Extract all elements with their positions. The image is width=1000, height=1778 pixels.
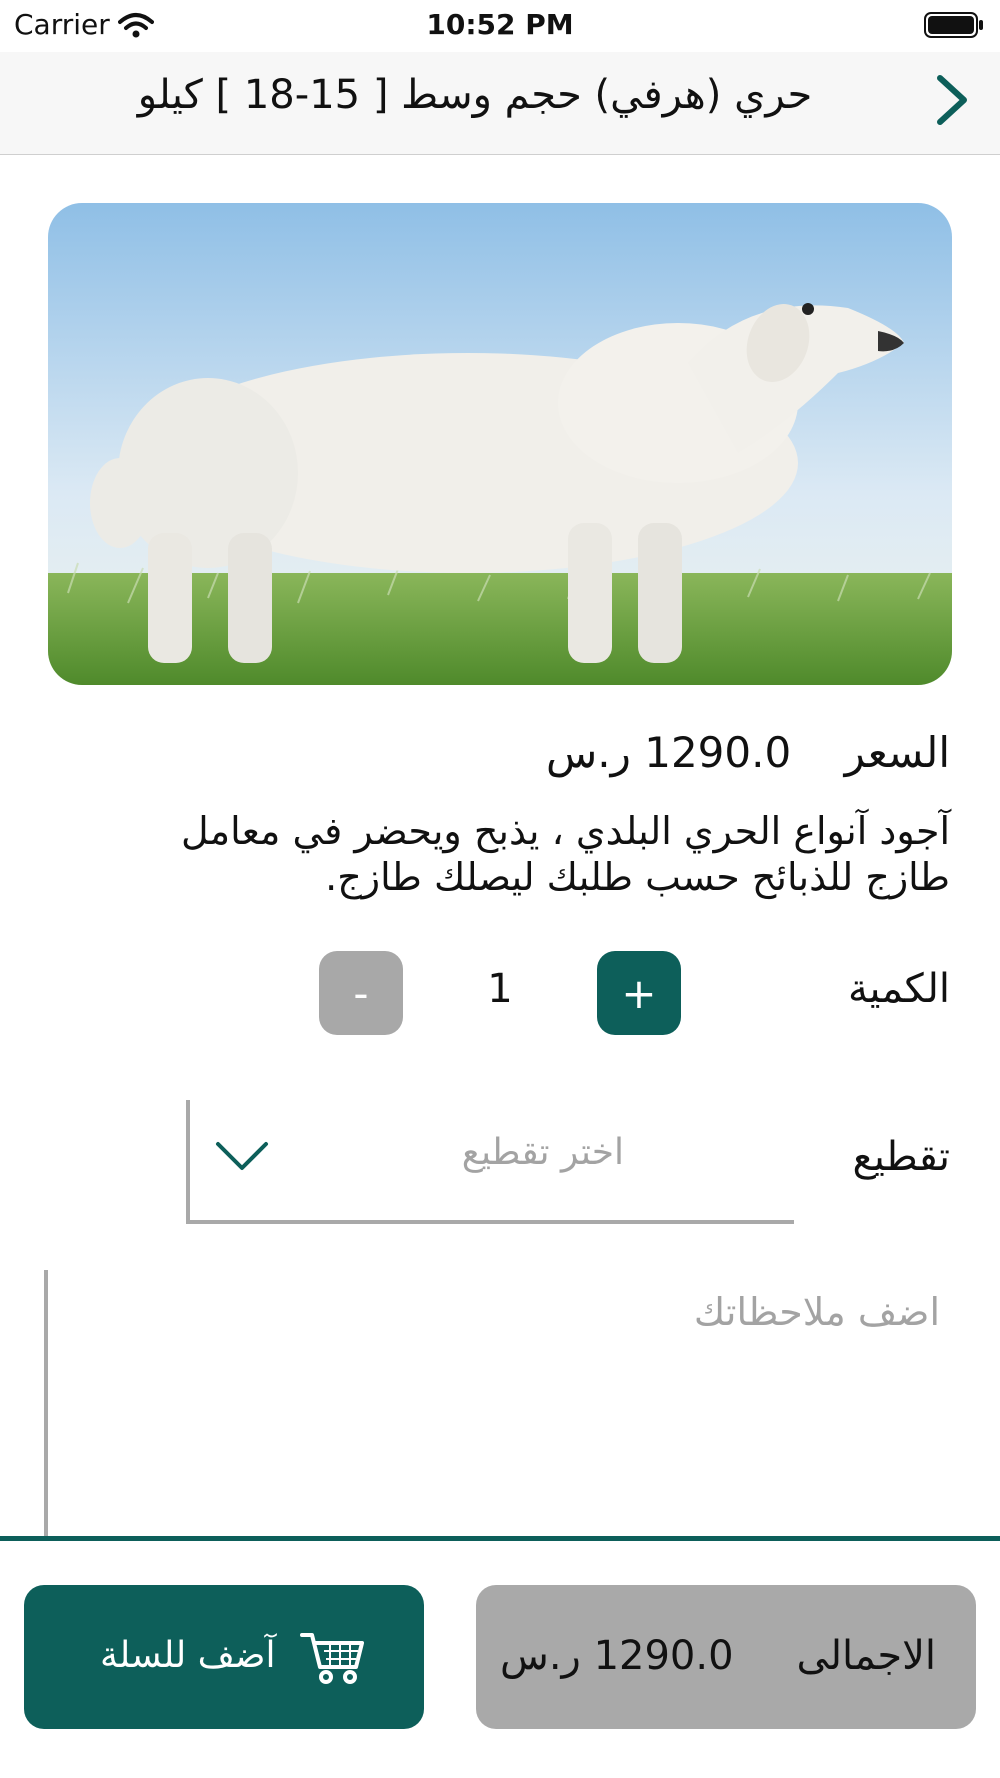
price-value: 1290.0 ر.س [545, 728, 792, 777]
quantity-label: الكمية [847, 966, 950, 1012]
add-to-cart-button[interactable]: آضف للسلة [24, 1585, 424, 1729]
cutting-label: تقطيع [852, 1134, 950, 1180]
page-title: حري (هرفي) حجم وسط [ 15-18 ] كيلو [137, 72, 813, 118]
quantity-value: 1 [487, 966, 513, 1012]
product-image [48, 203, 952, 685]
total-label: الاجمالى [796, 1633, 937, 1679]
cutting-placeholder: اختر تقطيع [461, 1132, 624, 1173]
quantity-increment-button[interactable]: + [597, 951, 681, 1035]
back-chevron-icon[interactable] [930, 72, 974, 128]
notes-placeholder: اضف ملاحظاتك [693, 1290, 940, 1334]
add-to-cart-label: آضف للسلة [100, 1635, 276, 1676]
divider [0, 1536, 1000, 1541]
cutting-select[interactable]: اختر تقطيع [186, 1100, 794, 1224]
price-row: السعر 1290.0 ر.س [546, 728, 950, 777]
cart-icon [300, 1633, 364, 1684]
status-time: 10:52 PM [426, 8, 574, 41]
price-label: السعر [844, 728, 950, 777]
quantity-decrement-button[interactable]: - [319, 951, 403, 1035]
chevron-down-icon [216, 1142, 268, 1170]
product-description: آجود آنواع الحري البلدي ، يذبح ويحضر في … [181, 809, 950, 899]
total-box: الاجمالى 1290.0 ر.س [476, 1585, 976, 1729]
battery-icon [924, 12, 983, 38]
total-value: 1290.0 ر.س [500, 1633, 734, 1679]
